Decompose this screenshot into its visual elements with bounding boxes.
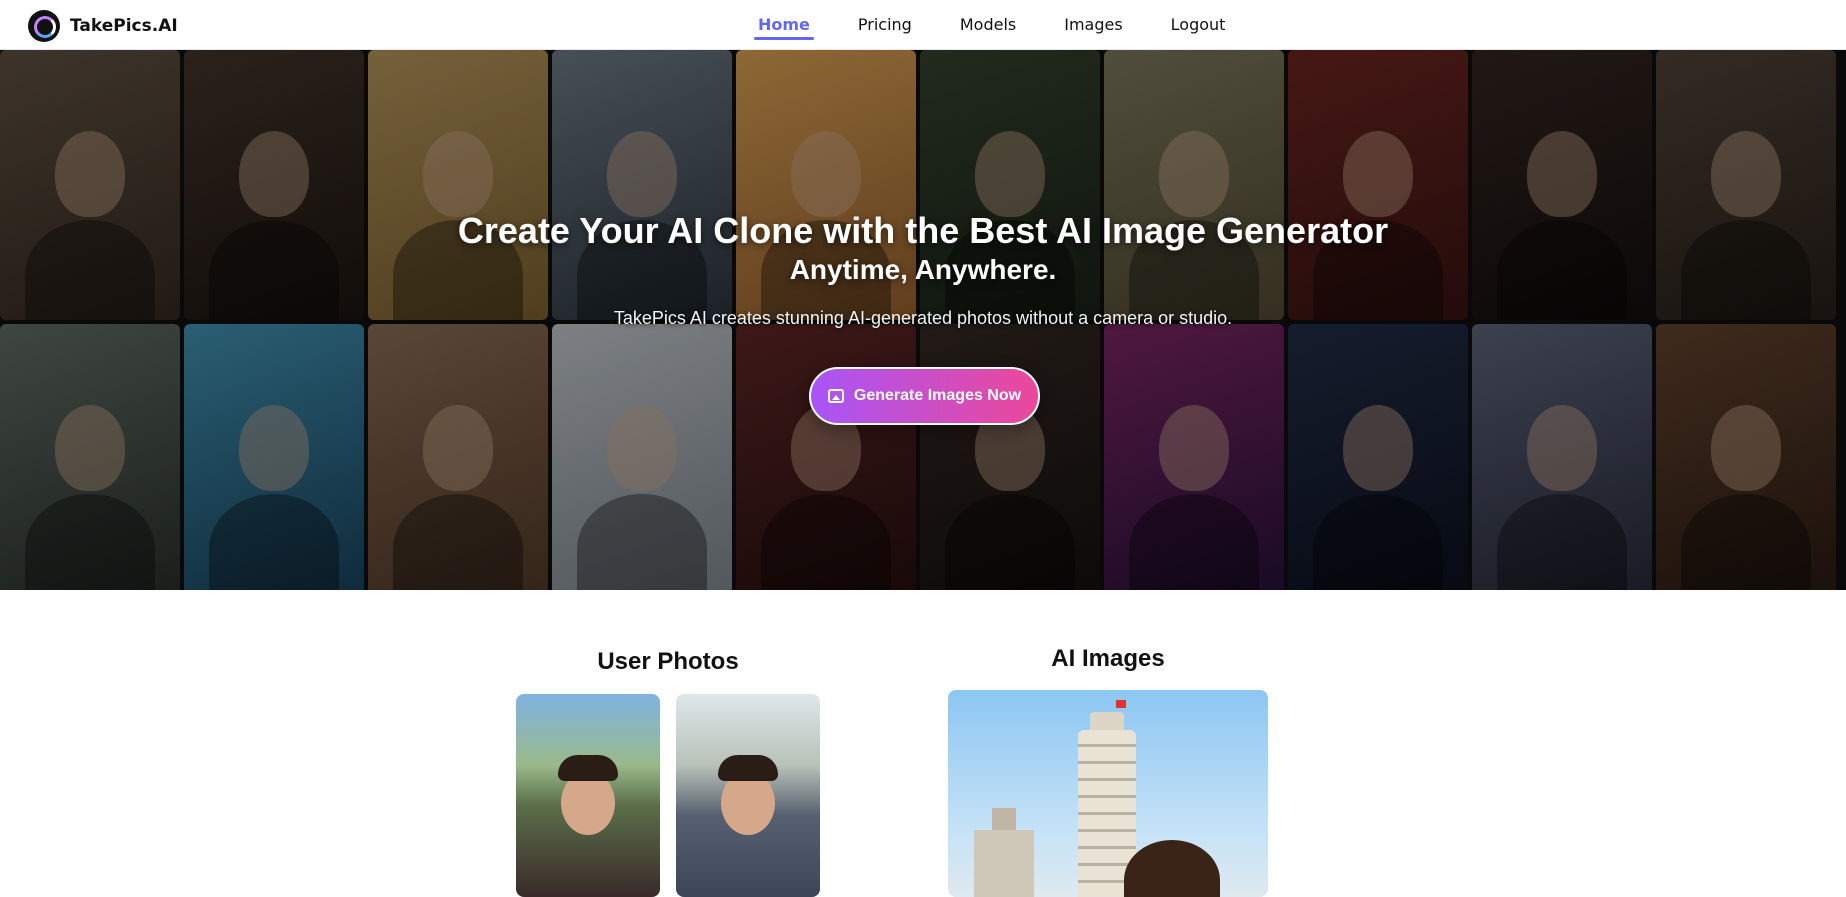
brand-name: TakePics.AI <box>70 16 178 36</box>
flag-shape <box>1116 700 1126 708</box>
person-head-shape <box>1124 840 1220 897</box>
hero-subtitle: Anytime, Anywhere. <box>789 254 1057 285</box>
hero-section: Create Your AI Clone with the Best AI Im… <box>0 50 1846 590</box>
nav-home[interactable]: Home <box>740 0 828 50</box>
hero-description: TakePics AI creates stunning AI-generate… <box>613 308 1233 328</box>
nav-models[interactable]: Models <box>942 0 1034 50</box>
user-photo <box>676 694 820 897</box>
chapel-shape <box>974 808 1034 897</box>
camera-lens-logo-icon <box>28 10 60 42</box>
generate-images-button[interactable]: Generate Images Now <box>809 367 1040 425</box>
nav-logout[interactable]: Logout <box>1153 0 1244 50</box>
top-navbar: TakePics.AI Home Pricing Models Images L… <box>0 0 1846 50</box>
user-photo <box>516 694 660 897</box>
hero-title: Create Your AI Clone with the Best AI Im… <box>457 210 1389 251</box>
generate-images-label: Generate Images Now <box>853 387 1022 404</box>
ai-images-title: AI Images <box>1051 645 1165 672</box>
main-menu: Home Pricing Models Images Logout <box>740 0 1255 50</box>
nav-images[interactable]: Images <box>1046 0 1140 50</box>
brand[interactable]: TakePics.AI <box>28 10 178 42</box>
nav-pricing[interactable]: Pricing <box>840 0 930 50</box>
ai-generated-image <box>948 690 1268 897</box>
image-icon <box>827 389 844 403</box>
user-photos-title: User Photos <box>597 648 739 675</box>
